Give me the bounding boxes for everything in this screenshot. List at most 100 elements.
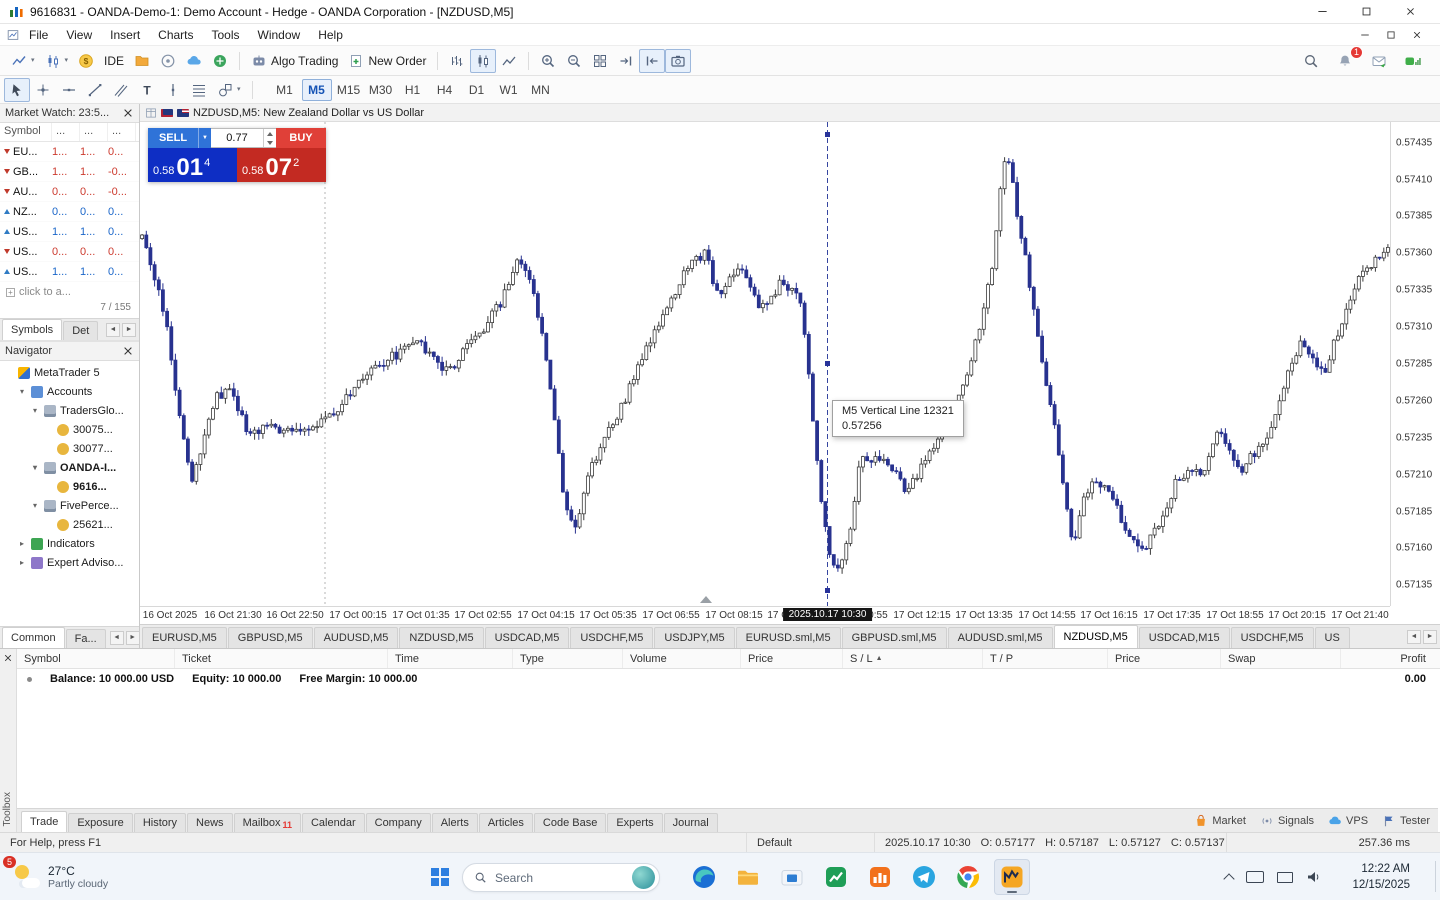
market-service-button[interactable]: Market — [1190, 814, 1250, 828]
sell-button[interactable]: SELL — [148, 128, 198, 148]
scroll-left-icon[interactable]: ◄ — [109, 630, 124, 645]
toolbox-tab-history[interactable]: History — [133, 813, 187, 832]
buy-button[interactable]: BUY — [276, 128, 326, 148]
scroll-left-icon[interactable]: ◄ — [106, 322, 120, 337]
chart-tab-eurusdm5[interactable]: EURUSD,M5 — [142, 627, 227, 648]
timeframe-w1[interactable]: W1 — [494, 79, 524, 101]
timeframe-mn[interactable]: MN — [526, 79, 556, 101]
chart-tab-usdcadm15[interactable]: USDCAD,M15 — [1138, 627, 1230, 648]
chart-tab-gbpusdsmlm5[interactable]: GBPUSD.sml,M5 — [841, 627, 947, 648]
mdi-close-icon[interactable] — [1412, 30, 1422, 40]
column-header-price[interactable]: Price — [1108, 649, 1221, 668]
auto-scroll-button[interactable] — [613, 49, 639, 73]
display-tray-icon[interactable] — [1277, 871, 1293, 883]
price-axis[interactable]: 0.57435 0.57410 0.57385 0.57360 0.57335 0.573… — [1390, 122, 1440, 606]
mdi-restore-icon[interactable] — [1386, 30, 1396, 40]
weather-widget[interactable]: 27°C Partly cloudy — [6, 858, 116, 896]
time-axis[interactable]: 2025.10.17 10:30 16 Oct 2025 16 Oct 21:30… — [140, 606, 1390, 624]
menu-item-insert[interactable]: Insert — [101, 25, 149, 45]
tree-item-fiveperce[interactable]: ▾ FivePerce... — [0, 496, 139, 515]
toolbox-tab-mailbox[interactable]: Mailbox 11 — [233, 813, 301, 832]
marketwatch-tab-det[interactable]: Det — [63, 321, 99, 340]
menu-item-file[interactable]: File — [20, 25, 57, 45]
column-header-swap[interactable]: Swap — [1221, 649, 1341, 668]
chart-tab-nzdusdm5[interactable]: NZDUSD,M5 — [1053, 625, 1138, 648]
text-tool-button[interactable]: T — [134, 78, 160, 102]
object-selection-handle[interactable] — [825, 588, 830, 593]
chart-type-button[interactable]: ▾ — [6, 49, 40, 73]
metatrader-app-button[interactable] — [994, 859, 1030, 895]
taskbar-search[interactable]: Search — [462, 863, 660, 892]
community-button[interactable] — [207, 49, 233, 73]
expanded-arrow-icon[interactable]: ▾ — [30, 406, 40, 415]
tree-item-30077[interactable]: 30077... — [0, 439, 139, 458]
volume-icon[interactable] — [1306, 869, 1322, 885]
column-header-tp[interactable]: T / P — [983, 649, 1108, 668]
column-header-symbol[interactable]: Symbol — [17, 649, 175, 668]
ide-button[interactable]: IDE — [99, 49, 129, 73]
column-header-type[interactable]: Type — [513, 649, 623, 668]
toolbox-tab-exposure[interactable]: Exposure — [68, 813, 133, 832]
column-header-volume[interactable]: Volume — [623, 649, 741, 668]
column-header[interactable]: ... — [108, 123, 136, 141]
timeframe-d1[interactable]: D1 — [462, 79, 492, 101]
navigator-close-icon[interactable] — [122, 345, 134, 357]
shapes-button[interactable]: ▾ — [212, 78, 246, 102]
cursor-button[interactable] — [4, 77, 30, 102]
keyboard-icon[interactable] — [1246, 871, 1264, 883]
zoom-in-button[interactable] — [535, 49, 561, 73]
search-button[interactable] — [1298, 49, 1324, 73]
menu-item-window[interactable]: Window — [249, 25, 310, 45]
volume-field[interactable]: 0.77 — [211, 128, 276, 148]
tree-item-9616[interactable]: 9616... — [0, 477, 139, 496]
chart-tab-usdchfm5[interactable]: USDCHF,M5 — [1230, 627, 1314, 648]
equidistant-channel-button[interactable] — [108, 78, 134, 102]
market-watch-row[interactable]: US... 1... 1... 0... — [0, 262, 139, 282]
chart-tab-us[interactable]: US — [1314, 627, 1350, 648]
telegram-app-button[interactable] — [906, 859, 942, 895]
chart-tab-audusdm5[interactable]: AUDUSD,M5 — [313, 627, 399, 648]
crosshair-button[interactable] — [30, 78, 56, 102]
timeframe-m30[interactable]: M30 — [366, 79, 396, 101]
toolbox-tab-experts[interactable]: Experts — [607, 813, 663, 832]
column-header[interactable]: ... — [80, 123, 108, 141]
tree-item-expertadviso[interactable]: ▸ Expert Adviso... — [0, 553, 139, 572]
fibonacci-button[interactable] — [186, 78, 212, 102]
market-watch-row[interactable]: US... 0... 0... 0... — [0, 242, 139, 262]
signals-service-button[interactable]: Signals — [1256, 814, 1318, 828]
collapsed-arrow-icon[interactable]: ▸ — [17, 539, 27, 548]
menu-item-tools[interactable]: Tools — [203, 25, 249, 45]
chart-tab-usdchfm5[interactable]: USDCHF,M5 — [570, 627, 654, 648]
toolbox-tab-trade[interactable]: Trade — [21, 811, 68, 832]
mql5-cloud-button[interactable] — [181, 49, 207, 73]
bar-chart-mode-button[interactable] — [444, 49, 470, 73]
chart-tab-nzdusdm5[interactable]: NZDUSD,M5 — [399, 627, 484, 648]
horizontal-line-button[interactable] — [56, 78, 82, 102]
tree-item-30075[interactable]: 30075... — [0, 420, 139, 439]
candle-chart-mode-button[interactable] — [470, 48, 497, 73]
toolbox-tab-calendar[interactable]: Calendar — [301, 813, 365, 832]
sell-options-caret-icon[interactable]: ▼ — [198, 128, 211, 148]
store-app-button[interactable] — [774, 859, 810, 895]
expanded-arrow-icon[interactable]: ▾ — [30, 463, 40, 472]
edge-app-button[interactable] — [686, 859, 722, 895]
chart-tab-usdcadm5[interactable]: USDCAD,M5 — [484, 627, 570, 648]
mailbox-button[interactable] — [1366, 49, 1392, 73]
market-watch-row[interactable]: GB... 1... 1... -0... — [0, 162, 139, 182]
new-order-button[interactable]: New Order — [343, 49, 431, 73]
trading-green-app-button[interactable] — [818, 859, 854, 895]
market-watch-row[interactable]: NZ... 0... 0... 0... — [0, 202, 139, 222]
tester-service-button[interactable]: Tester — [1378, 814, 1434, 828]
menu-item-help[interactable]: Help — [309, 25, 352, 45]
scroll-right-icon[interactable]: ► — [122, 322, 136, 337]
toolbox-tab-articles[interactable]: Articles — [478, 813, 533, 832]
column-header[interactable]: Symbol — [0, 123, 52, 141]
toolbox-tab-codebase[interactable]: Code Base — [533, 813, 607, 832]
chart-tab-audusdsmlm5[interactable]: AUDUSD.sml,M5 — [947, 627, 1053, 648]
mql5-payments-button[interactable]: $ — [73, 49, 99, 73]
tile-windows-button[interactable] — [587, 49, 613, 73]
start-button[interactable] — [424, 861, 456, 893]
mdi-minimize-icon[interactable] — [1360, 30, 1370, 40]
market-watch-row[interactable]: US... 1... 1... 0... — [0, 222, 139, 242]
timeframe-m1[interactable]: M1 — [270, 79, 300, 101]
